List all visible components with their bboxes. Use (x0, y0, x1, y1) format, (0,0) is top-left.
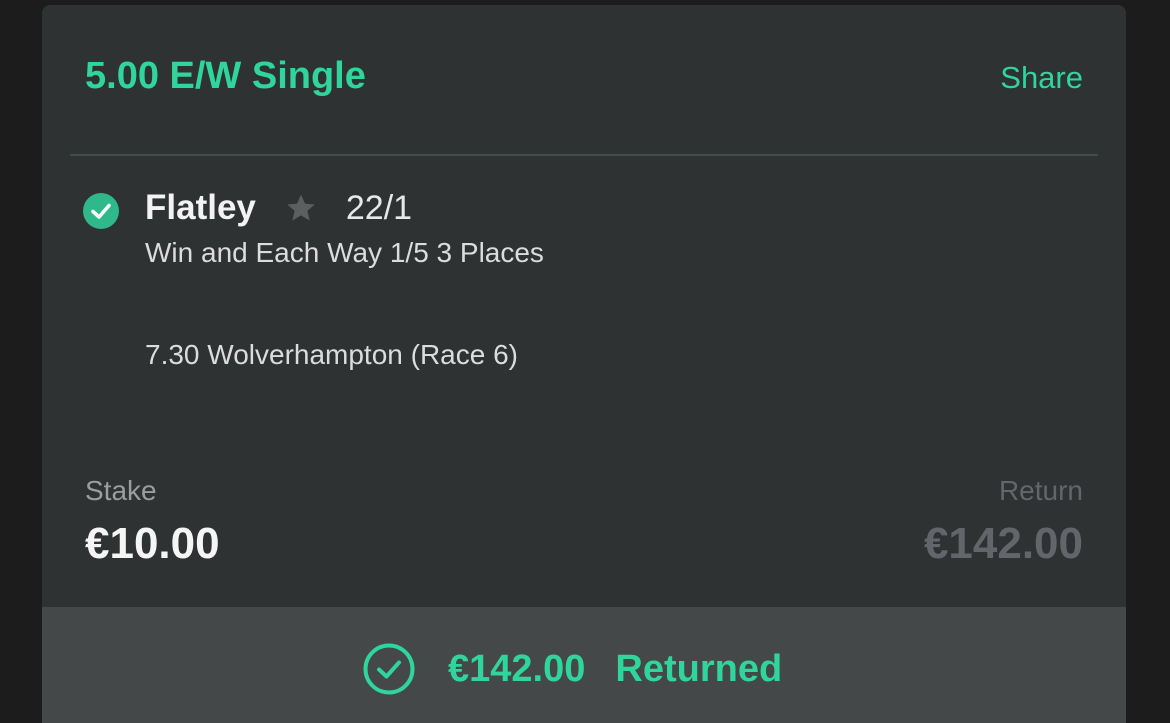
returned-label: Returned (615, 647, 783, 690)
check-circle-icon (83, 193, 119, 229)
return-label: Return (998, 475, 1083, 506)
bet-type-title: 5.00 E/W Single (85, 55, 366, 97)
selection-odds: 22/1 (345, 188, 413, 227)
share-button[interactable]: Share (1000, 60, 1083, 96)
event-name: 7.30 Wolverhampton (Race 6) (145, 339, 518, 370)
selection-name: Flatley (145, 188, 256, 227)
returned-amount: €142.00 (448, 647, 586, 690)
star-icon[interactable] (284, 191, 318, 225)
market-description: Win and Each Way 1/5 3 Places (145, 237, 544, 268)
bet-card: 5.00 E/W Single Share Flatley 22/1 Win a… (42, 5, 1126, 723)
selection-row: Flatley 22/1 (145, 188, 412, 228)
return-value: €142.00 (923, 519, 1083, 568)
divider (70, 154, 1098, 156)
check-circle-outline-icon (363, 643, 415, 695)
returned-status: €142.00 Returned (362, 642, 782, 696)
returned-banner: €142.00 Returned (42, 607, 1126, 723)
stake-value: €10.00 (85, 519, 220, 568)
stake-label: Stake (85, 475, 157, 506)
